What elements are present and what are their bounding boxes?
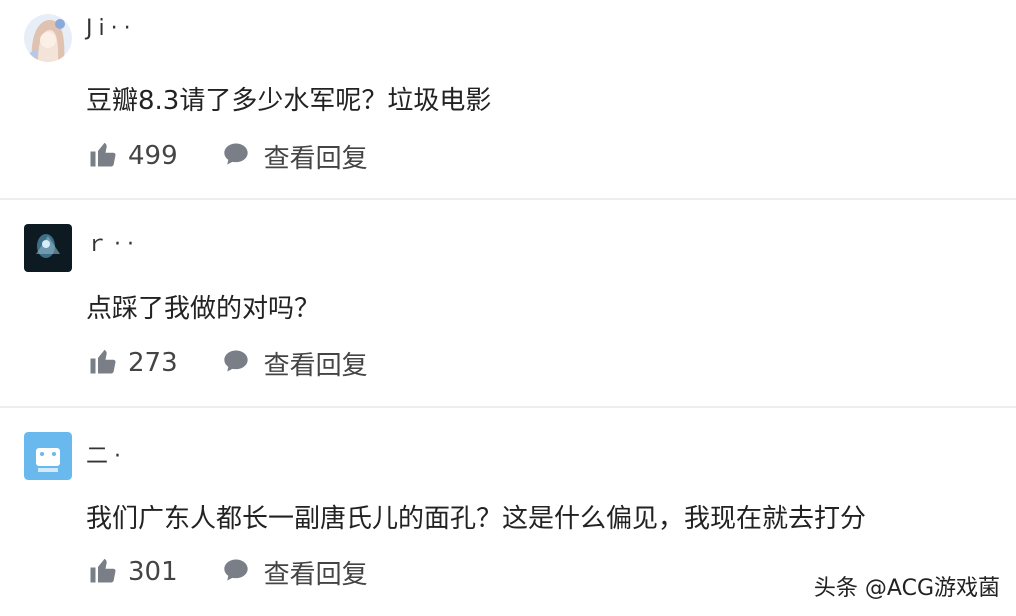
watermark: 头条 @ACG游戏菌	[813, 576, 1000, 601]
comment-actions: 301 查看回复	[88, 554, 368, 591]
like-count: 301	[128, 557, 178, 587]
speech-bubble-icon	[222, 347, 250, 379]
username[interactable]: Ji··	[86, 16, 137, 41]
comment-text: 点踩了我做的对吗？	[86, 294, 321, 324]
view-replies-button[interactable]: 查看回复	[222, 554, 368, 591]
thumbs-up-icon	[88, 139, 118, 173]
view-replies-label: 查看回复	[263, 350, 368, 381]
avatar[interactable]	[24, 14, 72, 62]
view-replies-label: 查看回复	[263, 559, 368, 590]
view-replies-button[interactable]: 查看回复	[222, 138, 368, 175]
username[interactable]: 二·	[86, 438, 127, 470]
username[interactable]: ｒ··	[86, 226, 140, 258]
like-count: 499	[128, 141, 178, 171]
thumbs-up-icon	[88, 346, 118, 380]
like-count: 273	[128, 348, 178, 378]
like-button[interactable]: 301	[88, 555, 178, 589]
like-button[interactable]: 273	[88, 346, 178, 380]
comment-actions: 273 查看回复	[88, 345, 368, 382]
view-replies-button[interactable]: 查看回复	[222, 345, 368, 382]
like-button[interactable]: 499	[88, 139, 178, 173]
view-replies-label: 查看回复	[263, 143, 368, 174]
avatar[interactable]	[24, 224, 72, 272]
speech-bubble-icon	[222, 556, 250, 588]
comment-text: 豆瓣8.3请了多少水军呢？垃圾电影	[86, 86, 492, 116]
speech-bubble-icon	[222, 140, 250, 172]
avatar[interactable]	[24, 432, 72, 480]
comment-actions: 499 查看回复	[88, 138, 368, 175]
comment-item: Ji·· 豆瓣8.3请了多少水军呢？垃圾电影 499 查看回复	[0, 0, 1016, 198]
thumbs-up-icon	[88, 555, 118, 589]
comment-text: 我们广东人都长一副唐氏儿的面孔？这是什么偏见，我现在就去打分	[86, 504, 867, 534]
comment-item: ｒ·· 点踩了我做的对吗？ 273 查看回复	[0, 200, 1016, 406]
